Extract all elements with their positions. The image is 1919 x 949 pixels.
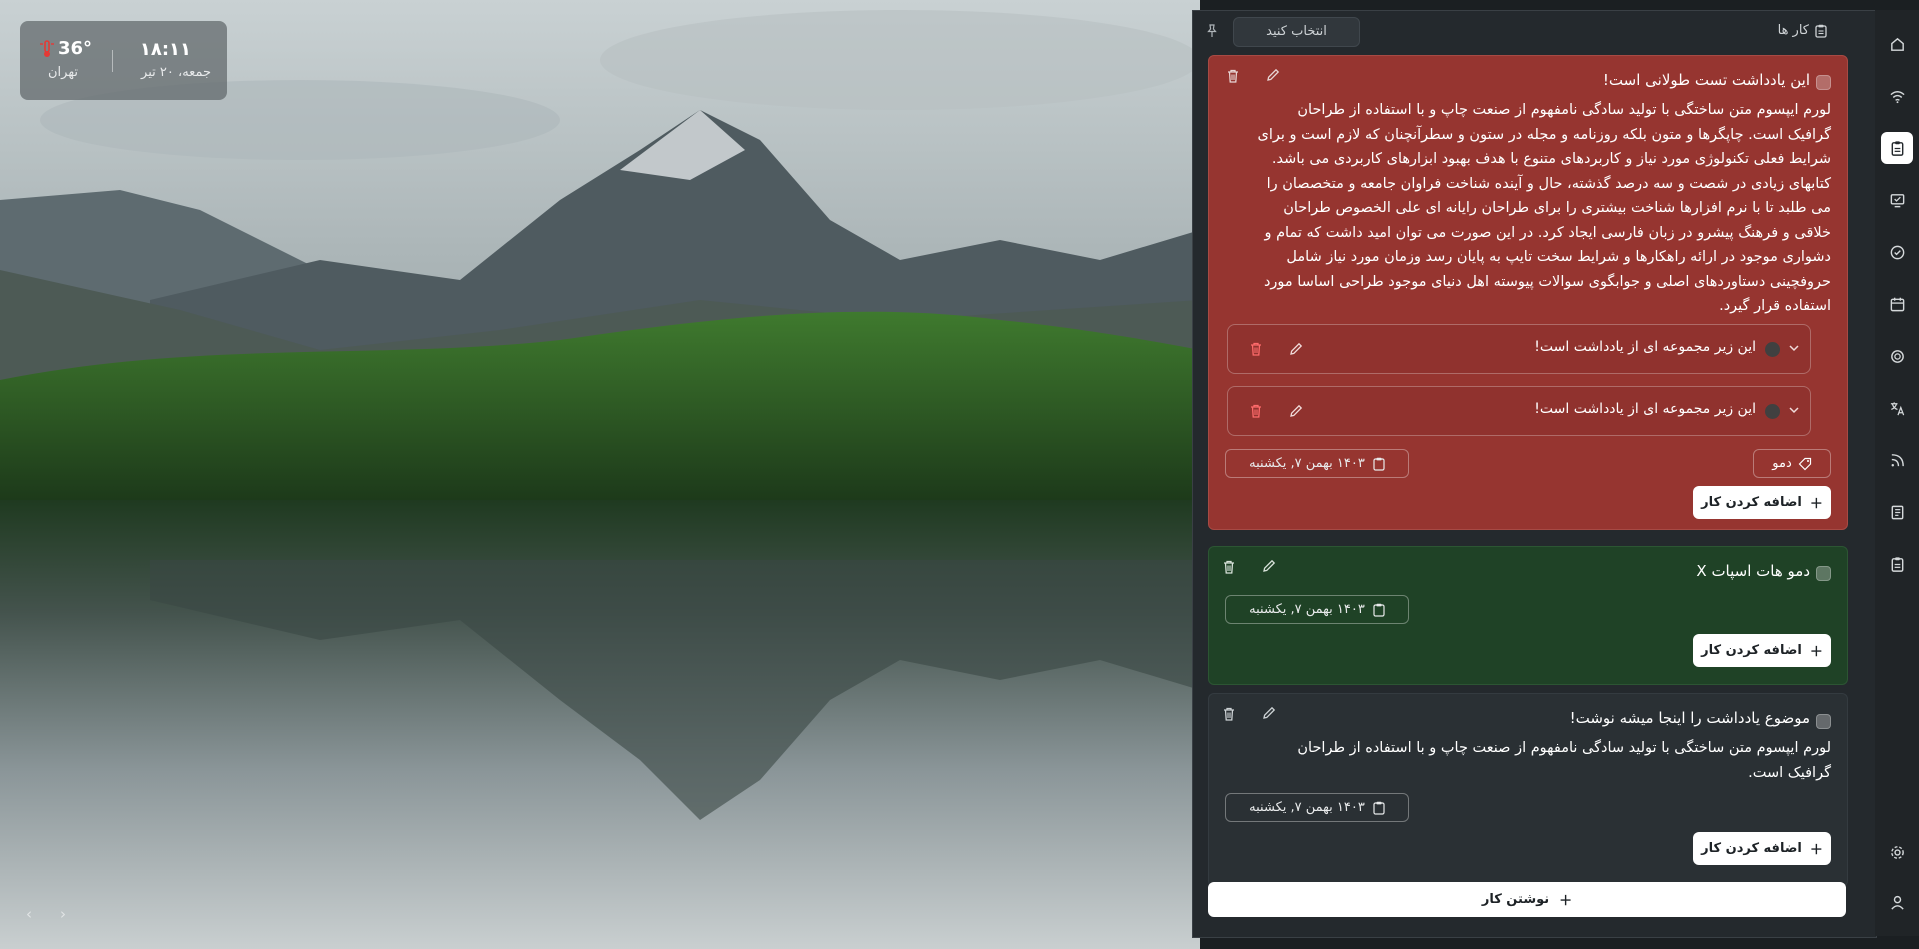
app-sidebar	[1875, 10, 1919, 936]
subtask-label: این زیر مجموعه ای از یادداشت است!	[1534, 339, 1756, 355]
plus-icon: ＋	[1559, 894, 1573, 909]
task-title: دمو هات اسپات X	[1696, 562, 1810, 580]
add-task-button[interactable]: ＋ اضافه کردن کار	[1693, 832, 1831, 865]
panel-title: کار ها	[1778, 23, 1827, 38]
add-task-label: اضافه کردن کار	[1701, 495, 1802, 510]
edit-pencil-icon[interactable]	[1261, 705, 1277, 721]
edit-pencil-icon[interactable]	[1265, 67, 1281, 83]
sidebar-item-settings[interactable]	[1881, 836, 1913, 868]
trash-icon[interactable]	[1221, 559, 1237, 575]
subtask-status-dot[interactable]	[1765, 404, 1780, 419]
weather-temperature: 36°	[58, 38, 93, 59]
tag-label: دمو	[1772, 456, 1792, 471]
subtask-row[interactable]: این زیر مجموعه ای از یادداشت است!	[1227, 386, 1811, 436]
sidebar-item-translate[interactable]	[1881, 392, 1913, 424]
desktop-wallpaper	[0, 0, 1200, 949]
landscape-illustration	[0, 0, 1200, 949]
trash-icon[interactable]	[1248, 403, 1264, 419]
sidebar-item-rss[interactable]	[1881, 444, 1913, 476]
task-checkbox[interactable]	[1816, 566, 1831, 581]
task-checkbox[interactable]	[1816, 714, 1831, 729]
task-list: این یادداشت تست طولانی است! لورم ایپسوم …	[1208, 55, 1848, 885]
date-chip[interactable]: ۱۴۰۳ بهمن ۷, یکشنبه	[1225, 595, 1409, 624]
check-circle-icon	[1890, 245, 1904, 259]
task-date: ۱۴۰۳ بهمن ۷, یکشنبه	[1249, 602, 1365, 617]
sidebar-item-profile[interactable]	[1881, 886, 1913, 918]
calendar-icon	[1890, 297, 1904, 311]
clipboard-icon	[1373, 603, 1385, 617]
subtask-label: این زیر مجموعه ای از یادداشت است!	[1534, 401, 1756, 417]
task-card: این یادداشت تست طولانی است! لورم ایپسوم …	[1208, 55, 1848, 530]
clipboard-icon	[1373, 457, 1385, 471]
clipboard-list-icon	[1891, 556, 1903, 572]
add-task-button[interactable]: ＋ اضافه کردن کار	[1693, 634, 1831, 667]
user-icon	[1890, 895, 1904, 910]
chevron-down-icon[interactable]	[1788, 404, 1800, 416]
rss-icon	[1891, 453, 1904, 466]
task-title: موضوع یادداشت را اینجا میشه نوشت!	[1569, 709, 1810, 727]
write-task-label: نوشتن کار	[1481, 892, 1550, 907]
pin-icon[interactable]	[1205, 24, 1219, 38]
subtask-status-dot[interactable]	[1765, 342, 1780, 357]
clock-weather-widget: ۱۸:۱۱ جمعه، ۲۰ تیر 36° تهران	[20, 21, 227, 100]
task-checkbox[interactable]	[1816, 75, 1831, 90]
task-card: دمو هات اسپات X ۱۴۰۳ بهمن ۷, یکشنبه ＋ اض…	[1208, 546, 1848, 685]
panel-title-text: کار ها	[1777, 23, 1809, 38]
trash-icon[interactable]	[1221, 706, 1237, 722]
task-date: ۱۴۰۳ بهمن ۷, یکشنبه	[1249, 456, 1365, 471]
edit-pencil-icon[interactable]	[1288, 341, 1304, 357]
thermometer-hot-icon	[40, 40, 54, 57]
notebook-icon	[1891, 505, 1903, 519]
next-arrow-icon[interactable]: ›	[60, 905, 66, 923]
sidebar-item-monitor[interactable]	[1881, 184, 1913, 216]
sidebar-item-home[interactable]	[1881, 28, 1913, 60]
clipboard-icon	[1891, 140, 1903, 156]
plus-icon: ＋	[1809, 843, 1823, 858]
task-body: لورم ایپسوم متن ساختگی با تولید سادگی نا…	[1297, 740, 1831, 781]
plus-icon: ＋	[1809, 645, 1823, 660]
sidebar-item-wifi[interactable]	[1881, 80, 1913, 112]
widget-divider	[112, 50, 113, 72]
task-body: لورم ایپسوم متن ساختگی با تولید سادگی نا…	[1257, 102, 1832, 314]
subtask-row[interactable]: این زیر مجموعه ای از یادداشت است!	[1227, 324, 1811, 374]
panel-header: کار ها انتخاب کنید	[1193, 11, 1850, 51]
sidebar-item-calendar[interactable]	[1881, 288, 1913, 320]
gear-icon	[1890, 845, 1904, 859]
add-task-button[interactable]: ＋ اضافه کردن کار	[1693, 486, 1831, 519]
sidebar-item-tasks[interactable]	[1881, 132, 1913, 164]
translate-icon	[1890, 401, 1904, 415]
weather-city: تهران	[48, 65, 78, 80]
sidebar-item-ai[interactable]	[1881, 340, 1913, 372]
edit-pencil-icon[interactable]	[1288, 403, 1304, 419]
category-select[interactable]: انتخاب کنید	[1233, 17, 1360, 47]
wifi-icon	[1889, 90, 1905, 103]
task-card: موضوع یادداشت را اینجا میشه نوشت! لورم ا…	[1208, 693, 1848, 885]
tag-chip[interactable]: دمو	[1753, 449, 1831, 478]
chevron-down-icon[interactable]	[1788, 342, 1800, 354]
tasks-panel: کار ها انتخاب کنید این یادداشت تست طولان…	[1192, 10, 1877, 938]
monitor-check-icon	[1890, 193, 1904, 207]
add-task-label: اضافه کردن کار	[1701, 643, 1802, 658]
task-title: این یادداشت تست طولانی است!	[1602, 71, 1810, 89]
prev-arrow-icon[interactable]: ‹	[26, 905, 32, 923]
sidebar-item-lists[interactable]	[1881, 548, 1913, 580]
clipboard-icon	[1373, 801, 1385, 815]
clipboard-icon	[1815, 24, 1827, 38]
sidebar-item-done[interactable]	[1881, 236, 1913, 268]
openai-icon	[1890, 349, 1904, 363]
date-chip[interactable]: ۱۴۰۳ بهمن ۷, یکشنبه	[1225, 793, 1409, 822]
edit-pencil-icon[interactable]	[1261, 558, 1277, 574]
clock-date: جمعه، ۲۰ تیر	[141, 65, 211, 80]
clock-time: ۱۸:۱۱	[139, 39, 191, 60]
add-task-label: اضافه کردن کار	[1701, 841, 1802, 856]
home-icon	[1890, 37, 1904, 51]
sidebar-item-notes[interactable]	[1881, 496, 1913, 528]
plus-icon: ＋	[1809, 497, 1823, 512]
tag-icon	[1798, 457, 1811, 470]
write-task-button[interactable]: ＋ نوشتن کار	[1208, 882, 1846, 917]
task-date: ۱۴۰۳ بهمن ۷, یکشنبه	[1249, 800, 1365, 815]
date-chip[interactable]: ۱۴۰۳ بهمن ۷, یکشنبه	[1225, 449, 1409, 478]
trash-icon[interactable]	[1225, 68, 1241, 84]
trash-icon[interactable]	[1248, 341, 1264, 357]
